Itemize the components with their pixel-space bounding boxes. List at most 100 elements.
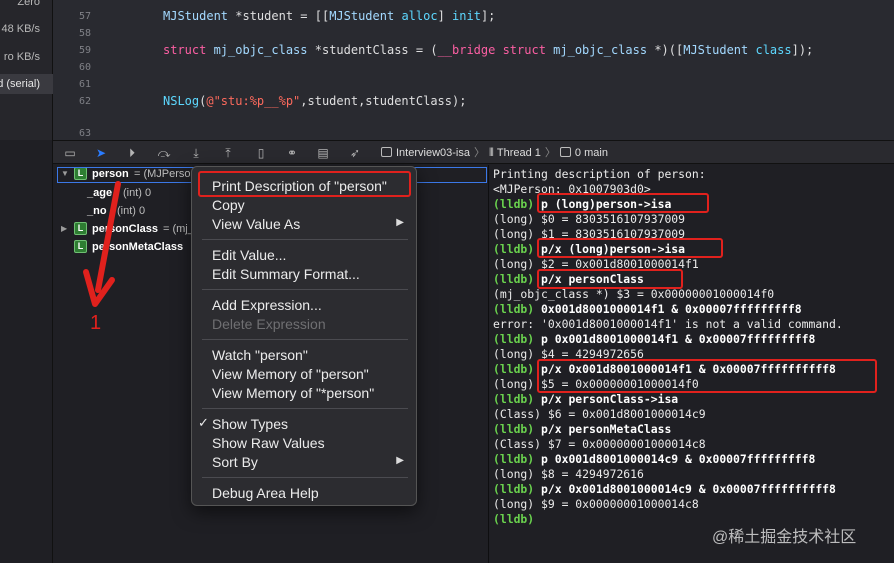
console-command: 0x001d8001000014f1 & 0x00007fffffffff8 <box>534 302 802 316</box>
target-icon <box>381 147 392 157</box>
thread-icon: ⦀ <box>488 147 497 159</box>
lldb-prompt: (lldb) <box>493 392 535 406</box>
code-token: ]; <box>480 9 496 23</box>
console-output-line: (long) $8 = 4294972616 <box>493 467 644 481</box>
code-token: MJStudent <box>329 9 395 23</box>
code-token: NSLog <box>163 94 200 108</box>
navigator-row-label: Zero <box>17 0 40 8</box>
lldb-prompt: (lldb) <box>493 512 535 526</box>
menu-separator <box>202 289 408 290</box>
highlight-box <box>198 171 411 197</box>
breadcrumb-target[interactable]: Interview03-isa <box>396 147 470 159</box>
source-editor[interactable]: 57 58 59 60 61 62 63 MJStudent *student … <box>53 0 894 140</box>
code-token: ]); <box>791 43 814 57</box>
breadcrumb-frame[interactable]: 0 main <box>575 147 608 159</box>
annotation-arrow-icon <box>83 181 121 307</box>
navigator-row-label: ro KB/s <box>3 51 40 63</box>
console-output-line: (Class) $7 = 0x00000001000014c8 <box>493 437 706 451</box>
menu-separator <box>202 339 408 340</box>
menu-item-sort-by[interactable]: Sort By <box>212 453 258 471</box>
console-command-line: (lldb) p 0x001d8001000014f1 & 0x00007fff… <box>493 332 815 347</box>
lldb-prompt: (lldb) <box>493 482 535 496</box>
menu-item-delete-expression: Delete Expression <box>212 316 326 332</box>
line-number-gutter: 57 58 59 60 61 62 63 <box>53 0 105 140</box>
console-command: p 0x001d8001000014c9 & 0x00007fffffffff8 <box>534 452 816 466</box>
code-token: struct <box>163 43 207 57</box>
context-menu: Print Description of "person" Copy View … <box>191 166 417 506</box>
hide-debug-area-icon[interactable]: ▭ <box>62 145 78 161</box>
line-number: 59 <box>78 45 91 56</box>
line-number: 60 <box>78 62 91 73</box>
submenu-arrow-icon: ▶ <box>396 217 404 228</box>
menu-separator <box>202 239 408 240</box>
code-token: mj_objc_class <box>545 43 648 57</box>
console-command-line: (lldb) p/x personClass->isa <box>493 392 678 407</box>
console-output-line: error: '0x001d8001000014f1' is not a val… <box>493 317 843 331</box>
continue-icon[interactable]: ⏵ <box>124 145 140 161</box>
disclosure-triangle-icon[interactable]: ▶ <box>61 220 67 238</box>
highlight-box <box>537 269 683 289</box>
code-token: struct <box>495 43 546 57</box>
code-token: mj_objc_class <box>206 43 308 57</box>
console-output-line: (Class) $6 = 0x001d8001000014c9 <box>493 407 706 421</box>
lldb-prompt: (lldb) <box>493 422 535 436</box>
console-command-line: (lldb) 0x001d8001000014f1 & 0x00007fffff… <box>493 302 802 317</box>
console-command-line: (lldb) p/x 0x001d8001000014c9 & 0x00007f… <box>493 482 836 497</box>
menu-item-debug-area-help[interactable]: Debug Area Help <box>212 484 319 502</box>
navigator-lower <box>0 140 53 563</box>
console-output-line: (long) $9 = 0x00000001000014c8 <box>493 497 699 511</box>
menu-item-view-memory-pointer[interactable]: View Memory of "*person" <box>212 384 374 402</box>
menu-item-edit-value[interactable]: Edit Value... <box>212 246 286 264</box>
lldb-prompt: (lldb) <box>493 272 535 286</box>
menu-item-watch[interactable]: Watch "person" <box>212 346 308 364</box>
step-into-icon[interactable]: ⤓ <box>188 145 204 161</box>
lldb-prompt: (lldb) <box>493 302 535 316</box>
lldb-prompt: (lldb) <box>493 362 535 376</box>
navigator-strip: Zero 48 KB/s ro KB/s d (serial) <box>0 0 53 140</box>
environment-overrides-icon[interactable]: ▤ <box>315 145 331 161</box>
line-number: 57 <box>78 11 91 22</box>
console-command-line: (lldb) p/x personMetaClass <box>493 422 671 437</box>
navigator-row-label: d (serial) <box>0 78 40 90</box>
menu-separator <box>202 477 408 478</box>
console-command: p 0x001d8001000014f1 & 0x00007fffffffff8 <box>534 332 816 346</box>
memory-graph-icon[interactable]: ⚭ <box>284 145 300 161</box>
code-token: *studentClass = ( <box>307 43 438 57</box>
code-token: class <box>748 43 792 57</box>
breadcrumb-separator: 〉 <box>544 147 556 159</box>
console-output-line: (mj_objc_class *) $3 = 0x00000001000014f… <box>493 287 775 301</box>
breadcrumb-thread[interactable]: Thread 1 <box>497 147 541 159</box>
menu-item-copy[interactable]: Copy <box>212 196 245 214</box>
code-token: ] <box>437 9 453 23</box>
breakpoints-toggle-icon[interactable]: ➤ <box>93 145 109 161</box>
menu-item-view-value-as[interactable]: View Value As <box>212 215 300 233</box>
lldb-prompt: (lldb) <box>493 242 535 256</box>
menu-item-add-expression[interactable]: Add Expression... <box>212 296 322 314</box>
code-token: MJStudent <box>683 43 749 57</box>
console-command: p/x personClass->isa <box>534 392 679 406</box>
code-token: @"stu:%p__%p" <box>206 94 301 108</box>
highlight-box <box>537 238 723 258</box>
console-output-line: (long) $0 = 8303516107937009 <box>493 212 686 226</box>
code-token: init <box>452 9 481 23</box>
console-command: p/x 0x001d8001000014c9 & 0x00007ffffffff… <box>534 482 836 496</box>
console-command-line: (lldb) p 0x001d8001000014c9 & 0x00007fff… <box>493 452 815 467</box>
frame-icon <box>559 147 571 157</box>
console-command: p/x personMetaClass <box>534 422 672 436</box>
menu-item-view-memory[interactable]: View Memory of "person" <box>212 365 369 383</box>
code-token: __bridge <box>437 43 496 57</box>
line-number: 63 <box>78 128 91 139</box>
variable-value: = (mj_ <box>163 223 194 235</box>
step-out-icon[interactable]: ⤒ <box>220 145 236 161</box>
menu-item-show-raw-values[interactable]: Show Raw Values <box>212 434 325 452</box>
breadcrumb[interactable]: Interview03-isa 〉 ⦀ Thread 1 〉 0 main <box>381 145 608 161</box>
console-output-line: Printing description of person: <box>493 167 706 181</box>
code-token: alloc <box>394 9 438 23</box>
code-line-62: NSLog(@"stu:%p__%p",student,studentClass… <box>163 94 466 108</box>
view-hierarchy-icon[interactable]: ▯ <box>253 145 269 161</box>
step-over-icon[interactable]: ⤼ <box>156 145 172 161</box>
code-token: MJStudent <box>163 9 229 23</box>
simulate-location-icon[interactable]: ➶ <box>347 145 363 161</box>
menu-item-edit-summary-format[interactable]: Edit Summary Format... <box>212 265 360 283</box>
menu-item-show-types[interactable]: Show Types <box>212 415 288 433</box>
